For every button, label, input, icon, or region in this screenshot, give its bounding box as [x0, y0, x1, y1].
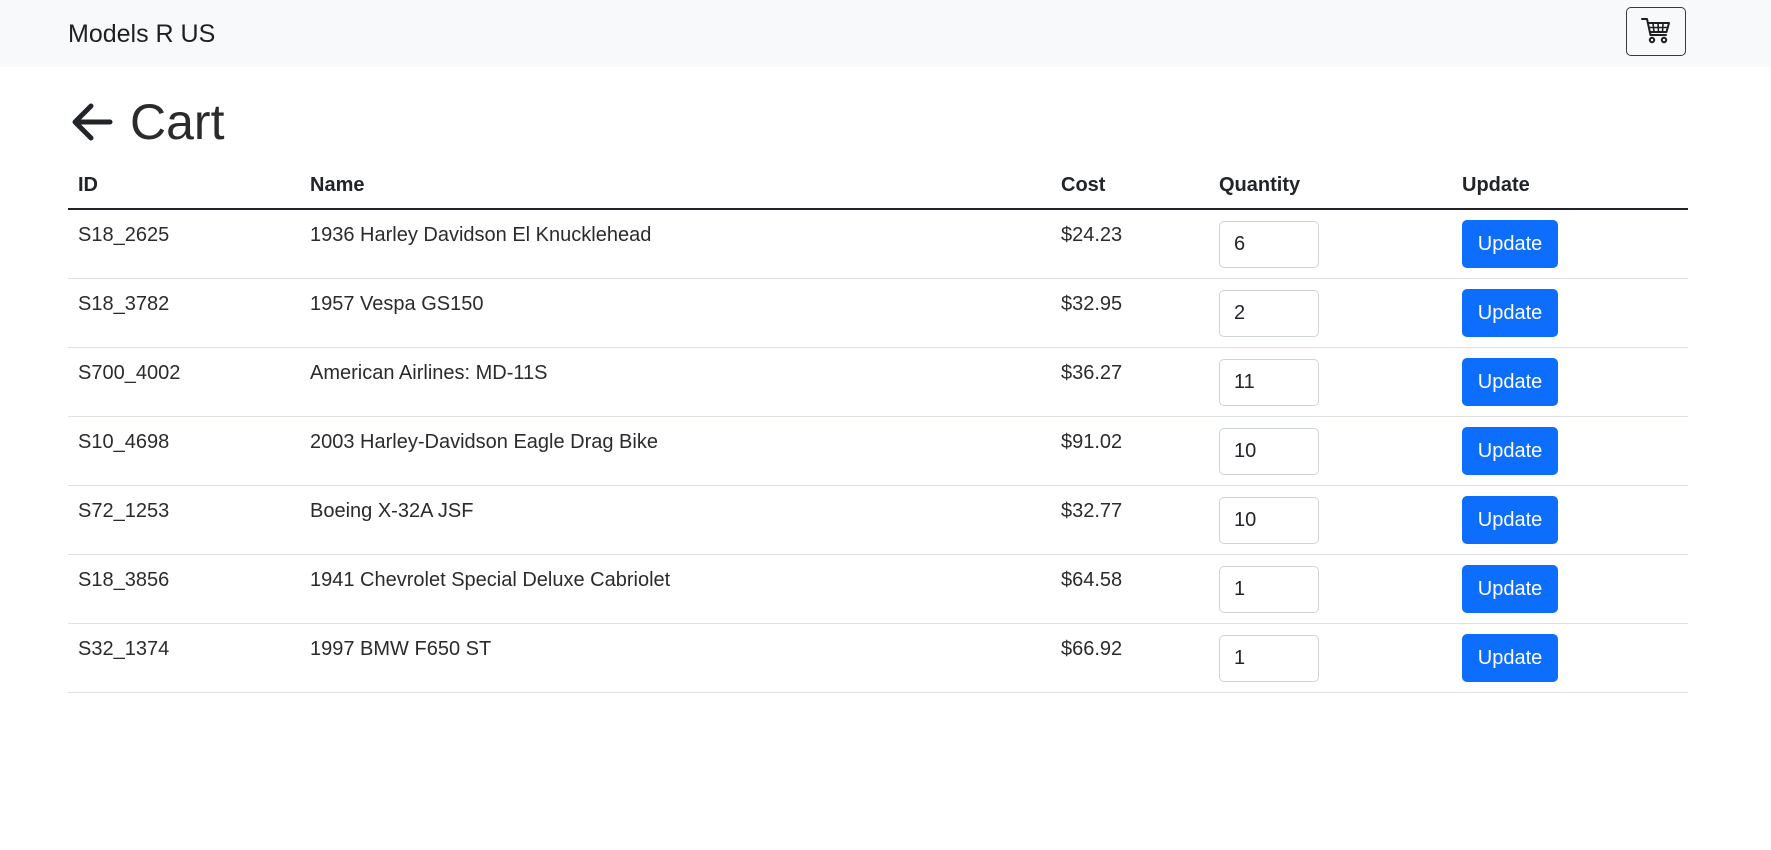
page-header: Cart — [68, 92, 224, 152]
row-quantity-cell — [1209, 554, 1452, 624]
table-row: S18_3782 1957 Vespa GS150 $32.95 Update — [68, 278, 1688, 348]
brand-link[interactable]: Models R US — [68, 18, 215, 50]
update-button[interactable]: Update — [1462, 289, 1558, 337]
row-id: S18_2625 — [68, 209, 300, 279]
row-cost: $24.23 — [1051, 209, 1209, 279]
quantity-input[interactable] — [1219, 289, 1319, 337]
cart-button[interactable] — [1626, 7, 1686, 56]
update-button[interactable]: Update — [1462, 496, 1558, 544]
quantity-input[interactable] — [1219, 565, 1319, 613]
row-id: S32_1374 — [68, 623, 300, 693]
row-id: S72_1253 — [68, 485, 300, 555]
row-name: Boeing X-32A JSF — [300, 485, 1051, 555]
column-header-id: ID — [68, 162, 300, 210]
row-id: S18_3782 — [68, 278, 300, 348]
row-cost: $66.92 — [1051, 623, 1209, 693]
row-update-cell: Update — [1452, 209, 1688, 279]
update-button[interactable]: Update — [1462, 565, 1558, 613]
row-quantity-cell — [1209, 623, 1452, 693]
update-button[interactable]: Update — [1462, 220, 1558, 268]
row-cost: $91.02 — [1051, 416, 1209, 486]
row-name: 1936 Harley Davidson El Knucklehead — [300, 209, 1051, 279]
table-row: S700_4002 American Airlines: MD-11S $36.… — [68, 347, 1688, 417]
row-cost: $36.27 — [1051, 347, 1209, 417]
quantity-input[interactable] — [1219, 496, 1319, 544]
row-update-cell: Update — [1452, 623, 1688, 693]
page-title: Cart — [130, 94, 225, 150]
table-row: S72_1253 Boeing X-32A JSF $32.77 Update — [68, 485, 1688, 555]
quantity-input[interactable] — [1219, 427, 1319, 475]
row-name: American Airlines: MD-11S — [300, 347, 1051, 417]
row-update-cell: Update — [1452, 347, 1688, 417]
navbar: Models R US — [0, 0, 1771, 67]
row-name: 2003 Harley-Davidson Eagle Drag Bike — [300, 416, 1051, 486]
column-header-cost: Cost — [1051, 162, 1209, 210]
table-row: S32_1374 1997 BMW F650 ST $66.92 Update — [68, 623, 1688, 693]
quantity-input[interactable] — [1219, 634, 1319, 682]
row-name: 1941 Chevrolet Special Deluxe Cabriolet — [300, 554, 1051, 624]
row-update-cell: Update — [1452, 485, 1688, 555]
update-button[interactable]: Update — [1462, 427, 1558, 475]
shopping-cart-icon — [1641, 15, 1671, 48]
table-row: S18_2625 1936 Harley Davidson El Knuckle… — [68, 209, 1688, 279]
update-button[interactable]: Update — [1462, 634, 1558, 682]
row-quantity-cell — [1209, 485, 1452, 555]
row-update-cell: Update — [1452, 416, 1688, 486]
row-name: 1957 Vespa GS150 — [300, 278, 1051, 348]
back-arrow-icon[interactable] — [68, 98, 116, 146]
column-header-quantity: Quantity — [1209, 162, 1452, 210]
table-row: S18_3856 1941 Chevrolet Special Deluxe C… — [68, 554, 1688, 624]
column-header-name: Name — [300, 162, 1051, 210]
row-update-cell: Update — [1452, 278, 1688, 348]
row-id: S10_4698 — [68, 416, 300, 486]
row-id: S700_4002 — [68, 347, 300, 417]
update-button[interactable]: Update — [1462, 358, 1558, 406]
row-quantity-cell — [1209, 347, 1452, 417]
table-row: S10_4698 2003 Harley-Davidson Eagle Drag… — [68, 416, 1688, 486]
quantity-input[interactable] — [1219, 358, 1319, 406]
table-header-row: ID Name Cost Quantity Update — [68, 162, 1688, 210]
row-id: S18_3856 — [68, 554, 300, 624]
row-quantity-cell — [1209, 416, 1452, 486]
row-quantity-cell — [1209, 209, 1452, 279]
column-header-update: Update — [1452, 162, 1688, 210]
row-cost: $32.77 — [1051, 485, 1209, 555]
row-quantity-cell — [1209, 278, 1452, 348]
quantity-input[interactable] — [1219, 220, 1319, 268]
row-cost: $64.58 — [1051, 554, 1209, 624]
row-cost: $32.95 — [1051, 278, 1209, 348]
row-name: 1997 BMW F650 ST — [300, 623, 1051, 693]
cart-table: ID Name Cost Quantity Update S18_2625 19… — [68, 162, 1688, 693]
row-update-cell: Update — [1452, 554, 1688, 624]
